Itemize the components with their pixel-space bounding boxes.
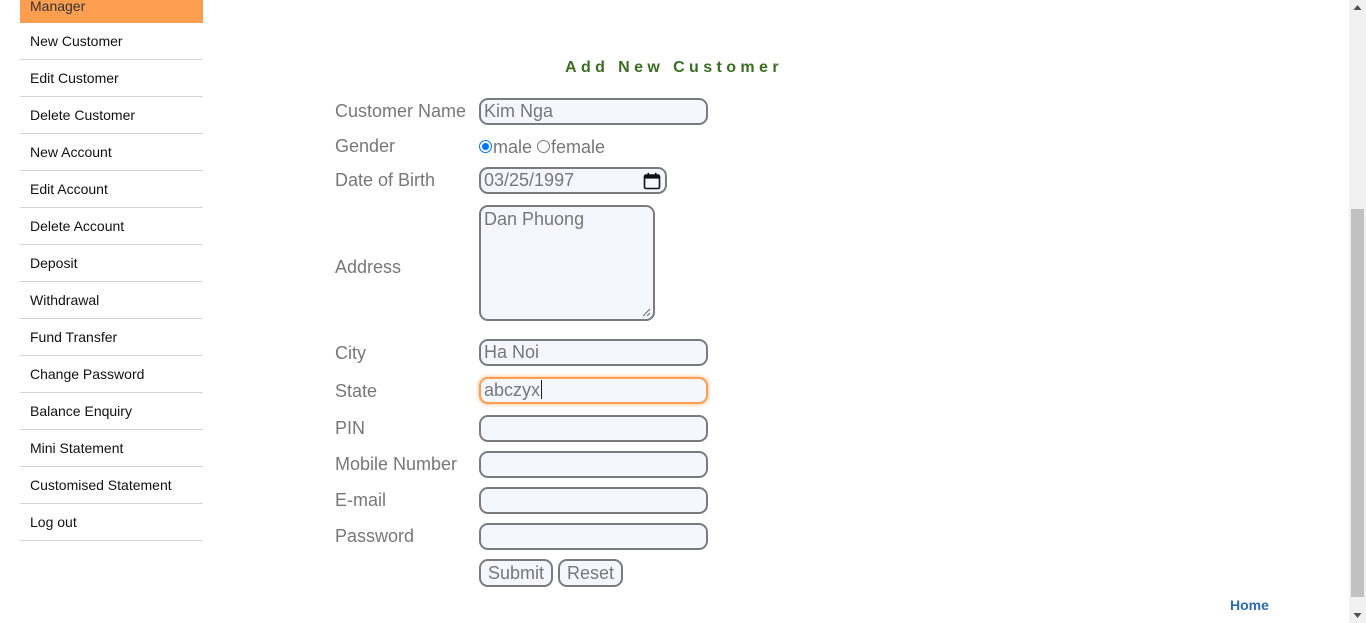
scrollbar-thumb[interactable] — [1351, 209, 1364, 597]
mobile-number-input[interactable] — [479, 451, 708, 478]
text-caret — [541, 380, 543, 399]
address-value: Dan Phuong — [484, 209, 585, 229]
sidebar-item-log-out[interactable]: Log out — [20, 504, 203, 541]
mobile-number-label: Mobile Number — [335, 454, 458, 474]
city-input[interactable]: Ha Noi — [479, 339, 708, 366]
submit-button[interactable]: Submit — [479, 559, 553, 587]
sidebar-item-delete-account[interactable]: Delete Account — [20, 208, 203, 245]
calendar-icon[interactable] — [643, 172, 661, 190]
sidebar-item-balance-enquiry[interactable]: Balance Enquiry — [20, 393, 203, 430]
dob-value: 03/25/1997 — [484, 170, 575, 190]
sidebar-item-customised-statement[interactable]: Customised Statement — [20, 467, 203, 504]
home-link[interactable]: Home — [1230, 597, 1269, 613]
sidebar-item-new-customer[interactable]: New Customer — [20, 23, 203, 60]
page: Manager New Customer Edit Customer Delet… — [0, 0, 1366, 623]
gender-label: Gender — [335, 136, 396, 156]
email-label: E-mail — [335, 490, 387, 510]
customer-name-label: Customer Name — [335, 101, 467, 121]
gender-male-label[interactable]: male — [493, 137, 532, 157]
state-value: abczyx — [484, 380, 541, 400]
password-input[interactable] — [479, 523, 708, 550]
customer-name-input[interactable]: Kim Nga — [479, 98, 708, 125]
vertical-scrollbar[interactable] — [1349, 0, 1366, 623]
sidebar-item-withdrawal[interactable]: Withdrawal — [20, 282, 203, 319]
sidebar-header-manager[interactable]: Manager — [20, 0, 203, 23]
sidebar-item-deposit[interactable]: Deposit — [20, 245, 203, 282]
sidebar-item-delete-customer[interactable]: Delete Customer — [20, 97, 203, 134]
resize-grip-icon[interactable] — [642, 308, 651, 317]
gender-male-radio[interactable] — [479, 140, 492, 153]
gender-radio-group: male female — [479, 137, 605, 158]
gender-female-radio[interactable] — [537, 140, 551, 153]
email-input[interactable] — [479, 487, 708, 514]
gender-female-label[interactable]: female — [551, 137, 605, 157]
address-textarea[interactable]: Dan Phuong — [479, 205, 655, 321]
dob-label: Date of Birth — [335, 170, 436, 190]
reset-button[interactable]: Reset — [558, 559, 623, 587]
sidebar-item-edit-account[interactable]: Edit Account — [20, 171, 203, 208]
password-label: Password — [335, 526, 415, 546]
address-label: Address — [335, 257, 402, 277]
dob-input[interactable]: 03/25/1997 — [479, 167, 667, 194]
sidebar-item-fund-transfer[interactable]: Fund Transfer — [20, 319, 203, 356]
pin-label: PIN — [335, 418, 366, 438]
sidebar-item-mini-statement[interactable]: Mini Statement — [20, 430, 203, 467]
arrow-up-icon[interactable] — [1349, 0, 1366, 17]
pin-input[interactable] — [479, 415, 708, 442]
sidebar-item-new-account[interactable]: New Account — [20, 134, 203, 171]
form-title: Add New Customer — [565, 59, 783, 76]
state-input[interactable]: abczyx — [479, 377, 708, 404]
city-label: City — [335, 343, 366, 363]
arrow-down-icon[interactable] — [1349, 606, 1366, 623]
sidebar-item-edit-customer[interactable]: Edit Customer — [20, 60, 203, 97]
state-label: State — [335, 381, 378, 401]
sidebar-menu: Manager New Customer Edit Customer Delet… — [20, 0, 203, 541]
sidebar-item-change-password[interactable]: Change Password — [20, 356, 203, 393]
